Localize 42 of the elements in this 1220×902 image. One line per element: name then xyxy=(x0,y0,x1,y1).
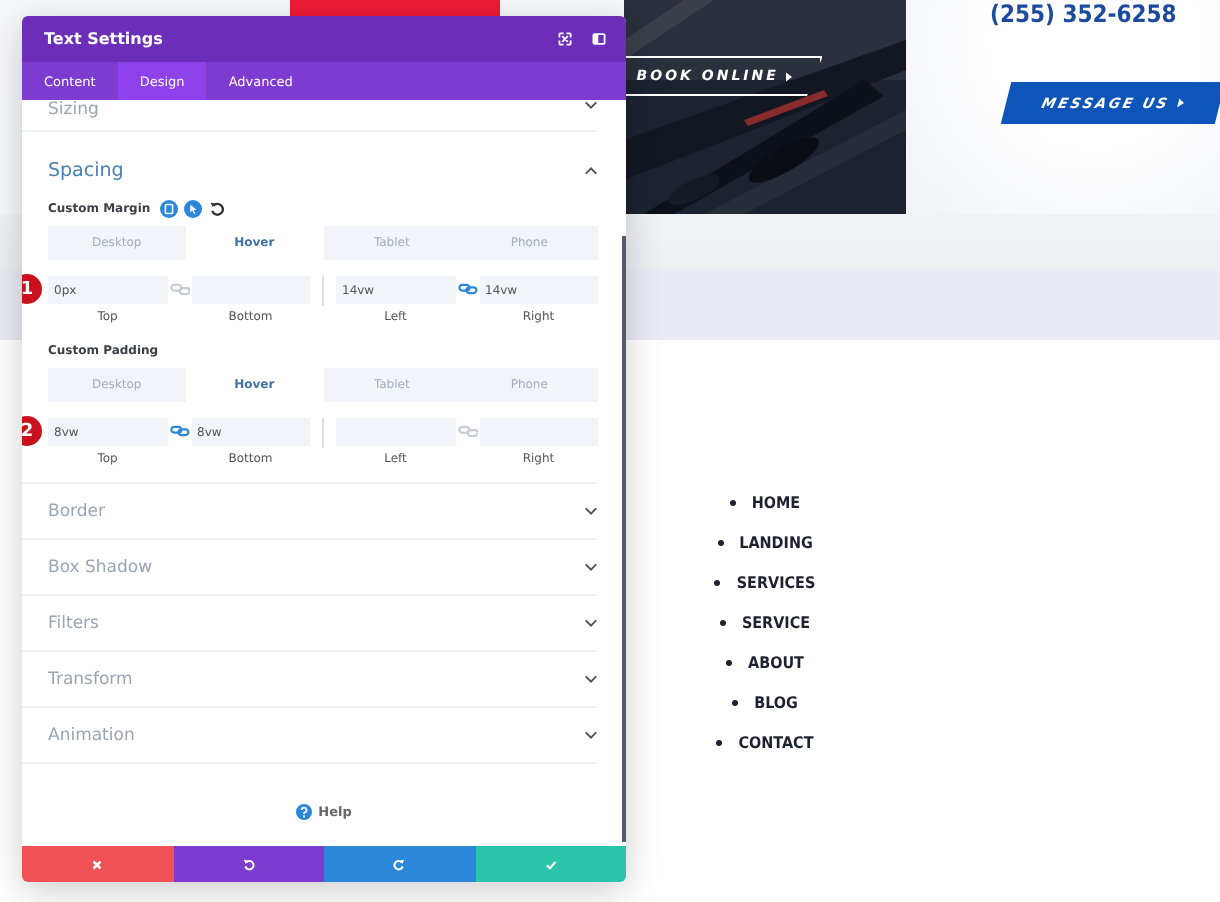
save-button[interactable] xyxy=(475,846,626,882)
chevron-icon xyxy=(584,674,598,684)
chevron-icon xyxy=(584,506,598,516)
expand-icon[interactable] xyxy=(558,32,572,46)
section-header[interactable]: Spacing xyxy=(22,144,598,198)
nav-link[interactable]: LANDING xyxy=(717,530,813,554)
phone-number: (255) 352-6258 xyxy=(990,0,1177,28)
chevron-icon xyxy=(584,100,598,110)
input-field[interactable] xyxy=(191,276,310,304)
cancel-button[interactable] xyxy=(22,846,173,882)
chevron-icon xyxy=(584,562,598,572)
chevron-icon xyxy=(584,730,598,740)
caret-icon xyxy=(786,71,793,81)
panel-title: Text Settings xyxy=(44,30,165,48)
device-icon[interactable] xyxy=(160,200,179,218)
redo-icon xyxy=(392,857,407,871)
caret-icon xyxy=(1176,98,1186,108)
unlink-icon[interactable] xyxy=(169,282,189,296)
nav-link[interactable]: HOME xyxy=(729,490,801,514)
nav-link[interactable]: ABOUT xyxy=(726,650,804,674)
link-icon[interactable] xyxy=(169,424,189,438)
undo-button[interactable] xyxy=(173,846,324,882)
nav-link[interactable]: BLOG xyxy=(732,690,798,714)
sidebar-icon[interactable] xyxy=(592,32,606,46)
unlink-icon[interactable] xyxy=(457,424,477,438)
input-field[interactable] xyxy=(479,418,598,446)
chevron-icon xyxy=(584,166,598,176)
checkmark-icon xyxy=(543,857,558,871)
chevron-icon xyxy=(584,618,598,628)
step-marker: 1 xyxy=(22,274,42,304)
reset-icon[interactable] xyxy=(208,200,227,218)
link-icon[interactable] xyxy=(457,282,477,296)
redo-button[interactable] xyxy=(324,846,475,882)
input-field[interactable] xyxy=(336,418,455,446)
step-marker: 2 xyxy=(22,416,42,446)
undo-icon xyxy=(241,857,256,871)
nav-link[interactable]: SERVICE xyxy=(719,610,811,634)
nav-link[interactable]: CONTACT xyxy=(716,730,814,754)
close-icon xyxy=(90,857,105,871)
nav-link[interactable]: SERVICES xyxy=(714,570,816,594)
cursor-icon[interactable] xyxy=(184,200,203,218)
help-icon xyxy=(296,804,313,820)
